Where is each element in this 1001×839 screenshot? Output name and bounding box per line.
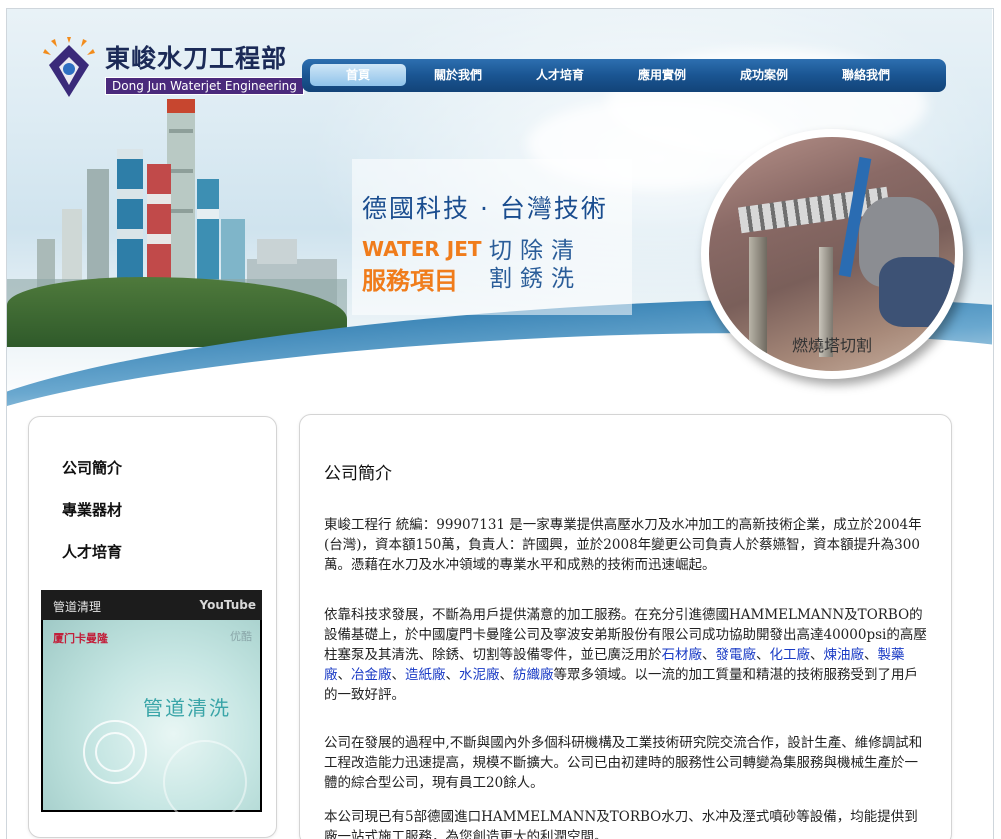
slogan-services: 服務項目 <box>362 267 458 295</box>
video-title-bar: 管道清理 YouTube <box>41 590 262 620</box>
keyword-link[interactable]: 紡織廠 <box>513 667 554 683</box>
sidebar-item-equipment[interactable]: 專業器材 <box>62 499 122 520</box>
keyword-link[interactable]: 煉油廠 <box>824 647 865 663</box>
main-nav: 首頁 關於我們 人才培育 應用實例 成功案例 聯絡我們 <box>302 59 946 92</box>
nav-about[interactable]: 關於我們 <box>410 59 506 92</box>
main-content: 公司簡介 東峻工程行 統編：99907131 是一家專業提供高壓水刀及水冲加工的… <box>299 414 952 839</box>
page-title: 公司簡介 <box>324 464 392 484</box>
brand-subtitle: Dong Jun Waterjet Engineering <box>105 77 304 95</box>
company-logo[interactable]: 東峻水刀工程部 Dong Jun Waterjet Engineering <box>43 37 304 101</box>
nav-home[interactable]: 首頁 <box>310 64 406 86</box>
photo-caption: 燃燒塔切割 <box>791 336 872 355</box>
keyword-link[interactable]: 水泥廠 <box>459 667 500 683</box>
featured-photo: 燃燒塔切割 <box>701 129 963 379</box>
development-paragraph: 依靠科技求發展，不斷為用戶提供滿意的加工服務。在充分引進德國HAMMELMANN… <box>324 607 927 703</box>
equipment-paragraph: 本公司現已有5部德國進口HAMMELMANN及TORBO水刀、水冲及溼式噴砂等設… <box>324 809 918 839</box>
video-thumbnail[interactable]: 厦门卡曼隆 优酷 管道清洗 <box>43 620 260 824</box>
photo-flare-tower-cutting: 燃燒塔切割 <box>709 137 955 371</box>
nav-applications[interactable]: 應用實例 <box>614 59 710 92</box>
sidebar-item-company-profile[interactable]: 公司簡介 <box>62 457 122 478</box>
thumbnail-watermark: 优酷 <box>230 630 252 643</box>
keyword-link[interactable]: 造紙廠 <box>405 667 446 683</box>
decorative-ring <box>163 740 247 824</box>
sidebar: 公司簡介 專業器材 人才培育 管道清理 YouTube 厦门卡曼隆 优酷 管道清… <box>28 416 277 838</box>
keyword-link[interactable]: 石材廠 <box>662 647 703 663</box>
worker-arm <box>879 257 955 327</box>
keyword-link[interactable]: 化工廠 <box>770 647 811 663</box>
nav-success-cases[interactable]: 成功案例 <box>716 59 812 92</box>
slogan-waterjet: WATER JET <box>362 237 482 261</box>
thumbnail-caption: 管道清洗 <box>143 696 231 720</box>
page: 東峻水刀工程部 Dong Jun Waterjet Engineering 首頁… <box>0 0 1001 839</box>
nav-contact[interactable]: 聯絡我們 <box>818 59 914 92</box>
thumbnail-brand: 厦门卡曼隆 <box>53 632 108 645</box>
growth-paragraph: 公司在發展的過程中,不斷與國內外多個科研機構及工業技術研究院交流合作，設計生產、… <box>324 735 923 791</box>
slogan-tech: 德國科技 · 台灣技術 <box>362 194 608 223</box>
nav-talent[interactable]: 人才培育 <box>512 59 608 92</box>
video-title[interactable]: 管道清理 <box>53 598 101 615</box>
video-embed[interactable]: 管道清理 YouTube 厦门卡曼隆 优酷 管道清洗 <box>41 590 262 824</box>
waterjet-logo-icon <box>43 37 95 97</box>
slogan-panel: 德國科技 · 台灣技術 WATER JET 服務項目 切除清割銹洗 <box>352 159 632 315</box>
youtube-logo[interactable]: YouTube <box>199 598 256 612</box>
brand-title: 東峻水刀工程部 <box>105 44 288 73</box>
keyword-link[interactable]: 冶金廠 <box>351 667 392 683</box>
sidebar-item-talent[interactable]: 人才培育 <box>62 541 122 562</box>
intro-paragraph: 東峻工程行 統編：99907131 是一家專業提供高壓水刀及水冲加工的高新技術企… <box>324 517 922 573</box>
decorative-ring <box>95 732 135 772</box>
slogan-service-list: 切除清割銹洗 <box>489 238 582 292</box>
header-banner: 東峻水刀工程部 Dong Jun Waterjet Engineering 首頁… <box>7 9 992 409</box>
keyword-link[interactable]: 發電廠 <box>716 647 757 663</box>
